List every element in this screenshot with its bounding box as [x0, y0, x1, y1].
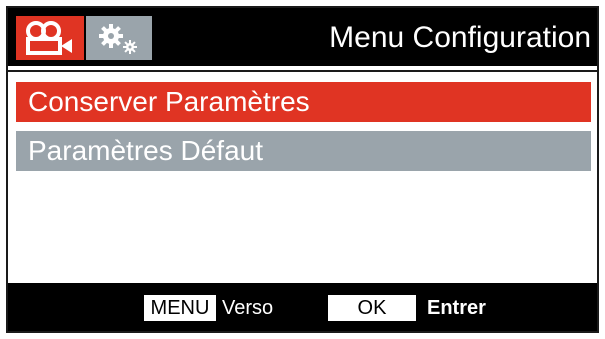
footer-bar: MENU Verso OK Entrer — [8, 283, 597, 331]
enter-hint: Entrer — [427, 297, 486, 319]
ok-key[interactable]: OK — [328, 295, 416, 321]
gears-icon — [99, 24, 137, 54]
tab-settings[interactable] — [86, 16, 152, 60]
menu-key[interactable]: MENU — [144, 295, 216, 321]
back-hint: Verso — [222, 297, 274, 319]
tab-video[interactable] — [16, 16, 84, 60]
page-title: Menu Configuration — [329, 21, 591, 54]
menu-item-keep-settings[interactable]: Conserver Paramètres — [16, 82, 591, 122]
menu-screen: Menu Configuration Conserver Paramètres … — [6, 6, 599, 333]
header-divider — [8, 70, 597, 72]
video-camera-icon — [26, 21, 72, 55]
header-bar: Menu Configuration — [8, 8, 597, 66]
settings-menu: Conserver Paramètres Paramètres Défaut — [16, 82, 591, 180]
menu-item-default-settings[interactable]: Paramètres Défaut — [16, 131, 591, 171]
